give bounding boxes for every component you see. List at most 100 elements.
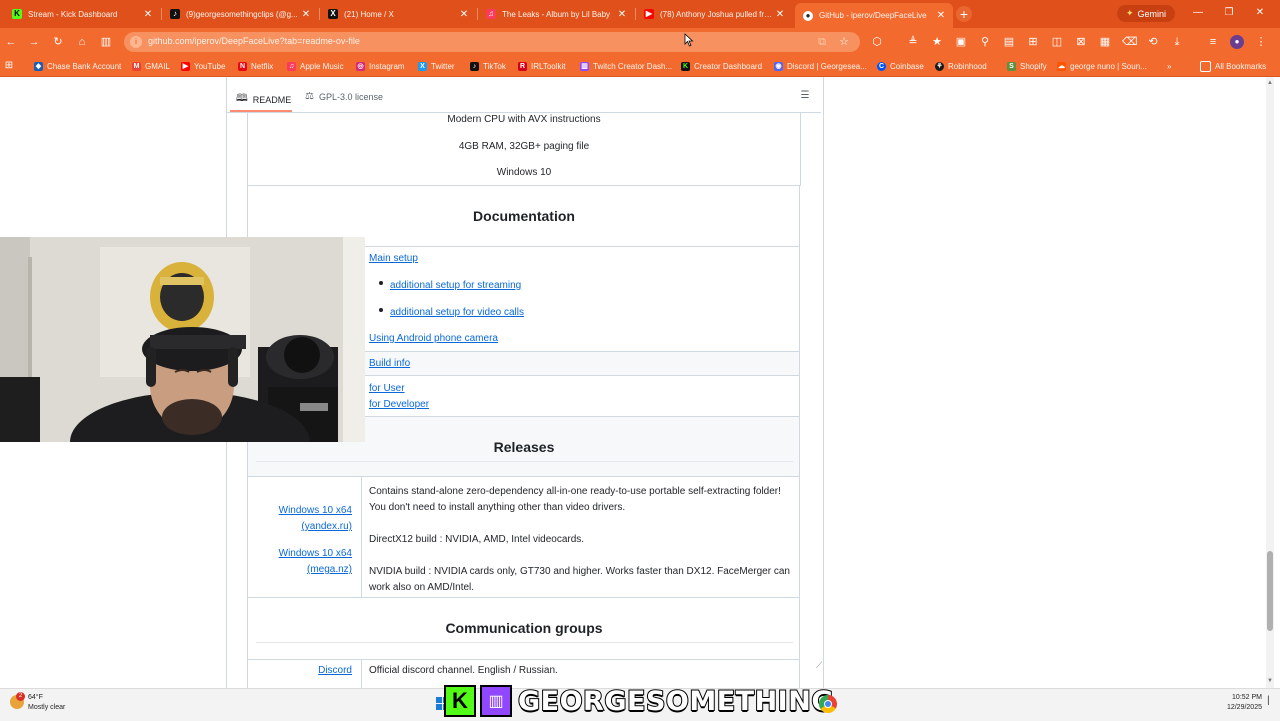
close-tab-icon[interactable]: ✕	[458, 9, 470, 20]
gemini-button[interactable]: ✦ Gemini	[1117, 5, 1175, 22]
tab-x-home[interactable]: X (21) Home / X ✕	[320, 4, 476, 24]
bookmark-creator-dashboard[interactable]: K Creator Dashboard	[681, 60, 762, 72]
reload-icon[interactable]: ↻	[51, 35, 65, 49]
site-info-icon[interactable]: i	[130, 36, 142, 48]
outline-menu-icon[interactable]: ☰	[799, 90, 811, 102]
for-developer-link[interactable]: for Developer	[369, 399, 429, 410]
bookmark-coinbase[interactable]: C Coinbase	[877, 60, 924, 72]
twitch-logo-icon: ▥	[480, 685, 512, 717]
bookmark-twitter[interactable]: X Twitter	[418, 60, 455, 72]
tab-apple-music[interactable]: ♫ The Leaks - Album by Lil Baby ✕	[478, 4, 634, 24]
tab-github-deepfacelive[interactable]: ● GitHub - iperov/DeepFaceLive ✕	[795, 3, 953, 28]
show-desktop-icon[interactable]: ▏	[1268, 696, 1274, 708]
bookmark-tiktok[interactable]: ♪ TikTok	[470, 60, 506, 72]
close-tab-icon[interactable]: ✕	[935, 10, 947, 21]
soundcloud-icon: ☁	[1057, 61, 1066, 71]
install-app-icon[interactable]: ⧉	[815, 35, 829, 49]
bookmark-chase[interactable]: ◆ Chase Bank Account	[34, 60, 121, 72]
bookmark-discord[interactable]: ◉ Discord | Georgesea...	[774, 60, 867, 72]
gmail-icon: M	[132, 61, 141, 71]
setup-streaming-link[interactable]: additional setup for streaming	[390, 280, 521, 291]
tab-kick-dashboard[interactable]: K Stream - Kick Dashboard ✕	[4, 4, 160, 24]
extension-icon[interactable]: ★	[930, 35, 944, 49]
close-tab-icon[interactable]: ✕	[616, 9, 628, 20]
url-text[interactable]: github.com/iperov/DeepFaceLive?tab=readm…	[148, 36, 360, 46]
maximize-icon[interactable]: ❐	[1221, 6, 1237, 20]
build-info-link[interactable]: Build info	[369, 358, 410, 369]
bookmark-youtube[interactable]: ▶ YouTube	[181, 60, 225, 72]
close-tab-icon[interactable]: ✕	[142, 9, 154, 20]
kick-logo-icon: K	[444, 685, 476, 717]
bookmark-shopify[interactable]: S Shopify	[1007, 60, 1047, 72]
system-clock[interactable]: 10:52 PM 12/29/2025	[1200, 693, 1262, 713]
setup-video-calls-link[interactable]: additional setup for video calls	[390, 307, 524, 318]
bookmark-netflix[interactable]: N Netflix	[238, 60, 273, 72]
extension-icon[interactable]: ⌫	[1122, 35, 1138, 49]
close-tab-icon[interactable]: ✕	[774, 9, 786, 20]
more-options-icon[interactable]: ⋮	[1254, 35, 1268, 49]
scroll-up-icon[interactable]: ▲	[1266, 80, 1274, 86]
robinhood-icon: ⚘	[935, 61, 944, 71]
bookmark-irltoolkit[interactable]: R IRLToolkit	[518, 60, 566, 72]
requirement-ram: 4GB RAM, 32GB+ paging file	[458, 141, 590, 152]
bookmark-star-icon[interactable]: ☆	[837, 35, 851, 49]
bookmark-instagram[interactable]: ◎ Instagram	[356, 60, 405, 72]
new-tab-button[interactable]: +	[956, 6, 972, 22]
back-icon[interactable]: ←	[4, 35, 18, 49]
apps-grid-icon[interactable]: ⊞	[2, 59, 16, 73]
tab-readme[interactable]: 🕮 README	[236, 91, 291, 108]
resize-handle-icon[interactable]: ⟋	[816, 660, 822, 671]
profile-avatar[interactable]: ●	[1230, 35, 1244, 49]
extension-icon[interactable]: ≜	[906, 35, 920, 49]
main-setup-link[interactable]: Main setup	[369, 253, 418, 264]
github-icon: ●	[803, 10, 813, 21]
bookmark-soundcloud[interactable]: ☁ george nuno | Soun...	[1057, 60, 1147, 72]
release-yandex-link[interactable]: Windows 10 x64 (yandex.ru)	[252, 503, 352, 535]
chase-icon: ◆	[34, 61, 43, 71]
divider	[247, 112, 800, 113]
extension-icon[interactable]: ▣	[954, 35, 968, 49]
bookmark-twitch-creator[interactable]: ▥ Twitch Creator Dash...	[580, 60, 672, 72]
forward-icon[interactable]: →	[27, 35, 41, 49]
close-window-icon[interactable]: ✕	[1252, 6, 1268, 20]
weather-widget[interactable]: 64°F Mostly clear	[28, 693, 65, 713]
tab-tiktok-clips[interactable]: ♪ (9)georgesomethingclips (@g... ✕	[162, 4, 318, 24]
tab-license[interactable]: ⚖ GPL-3.0 license	[305, 91, 383, 102]
mouse-cursor-icon	[684, 33, 694, 47]
dx12-build-note: DirectX12 build : NVIDIA, AMD, Intel vid…	[369, 534, 585, 545]
release-mega-link[interactable]: Windows 10 x64 (mega.nz)	[252, 546, 352, 578]
youtube-icon: ▶	[644, 9, 654, 19]
scroll-down-icon[interactable]: ▼	[1266, 678, 1274, 684]
menu-lines-icon[interactable]: ≡	[1206, 35, 1220, 49]
bookmarks-overflow-icon[interactable]: »	[1167, 60, 1171, 72]
chrome-taskbar-icon[interactable]	[819, 695, 837, 713]
close-tab-icon[interactable]: ✕	[300, 9, 312, 20]
requirement-os: Windows 10	[496, 167, 552, 178]
download-icon[interactable]: ⤓	[1170, 35, 1184, 49]
divider	[800, 112, 801, 186]
extension-icon[interactable]: ⚲	[978, 35, 992, 49]
discord-icon: ◉	[774, 61, 783, 71]
bookmark-apple-music[interactable]: ♫ Apple Music	[287, 60, 344, 72]
extension-icon[interactable]: ⊞	[1026, 35, 1040, 49]
extension-icon[interactable]: ▦	[1098, 35, 1112, 49]
bookmark-robinhood[interactable]: ⚘ Robinhood	[935, 60, 987, 72]
netflix-icon: N	[238, 61, 247, 71]
side-panel-icon[interactable]: ▥	[99, 35, 113, 49]
extension-icon[interactable]: ⬡	[870, 35, 884, 49]
minimize-icon[interactable]: —	[1190, 6, 1206, 20]
discord-link[interactable]: Discord	[252, 665, 352, 676]
tiktok-icon: ♪	[170, 9, 180, 19]
all-bookmarks-button[interactable]: All Bookmarks	[1200, 60, 1266, 72]
history-icon[interactable]: ⟲	[1146, 35, 1160, 49]
extension-icon[interactable]: ◫	[1050, 35, 1064, 49]
scrollbar-thumb[interactable]	[1267, 551, 1273, 631]
for-user-link[interactable]: for User	[369, 383, 405, 394]
home-icon[interactable]: ⌂	[75, 35, 89, 49]
android-camera-link[interactable]: Using Android phone camera	[369, 333, 498, 344]
divider	[256, 642, 793, 643]
tab-youtube-video[interactable]: ▶ (78) Anthony Joshua pulled fro... ✕	[636, 4, 792, 24]
bookmark-gmail[interactable]: M GMAIL	[132, 60, 170, 72]
extension-icon[interactable]: ⊠	[1074, 35, 1088, 49]
extension-icon[interactable]: ▤	[1002, 35, 1016, 49]
